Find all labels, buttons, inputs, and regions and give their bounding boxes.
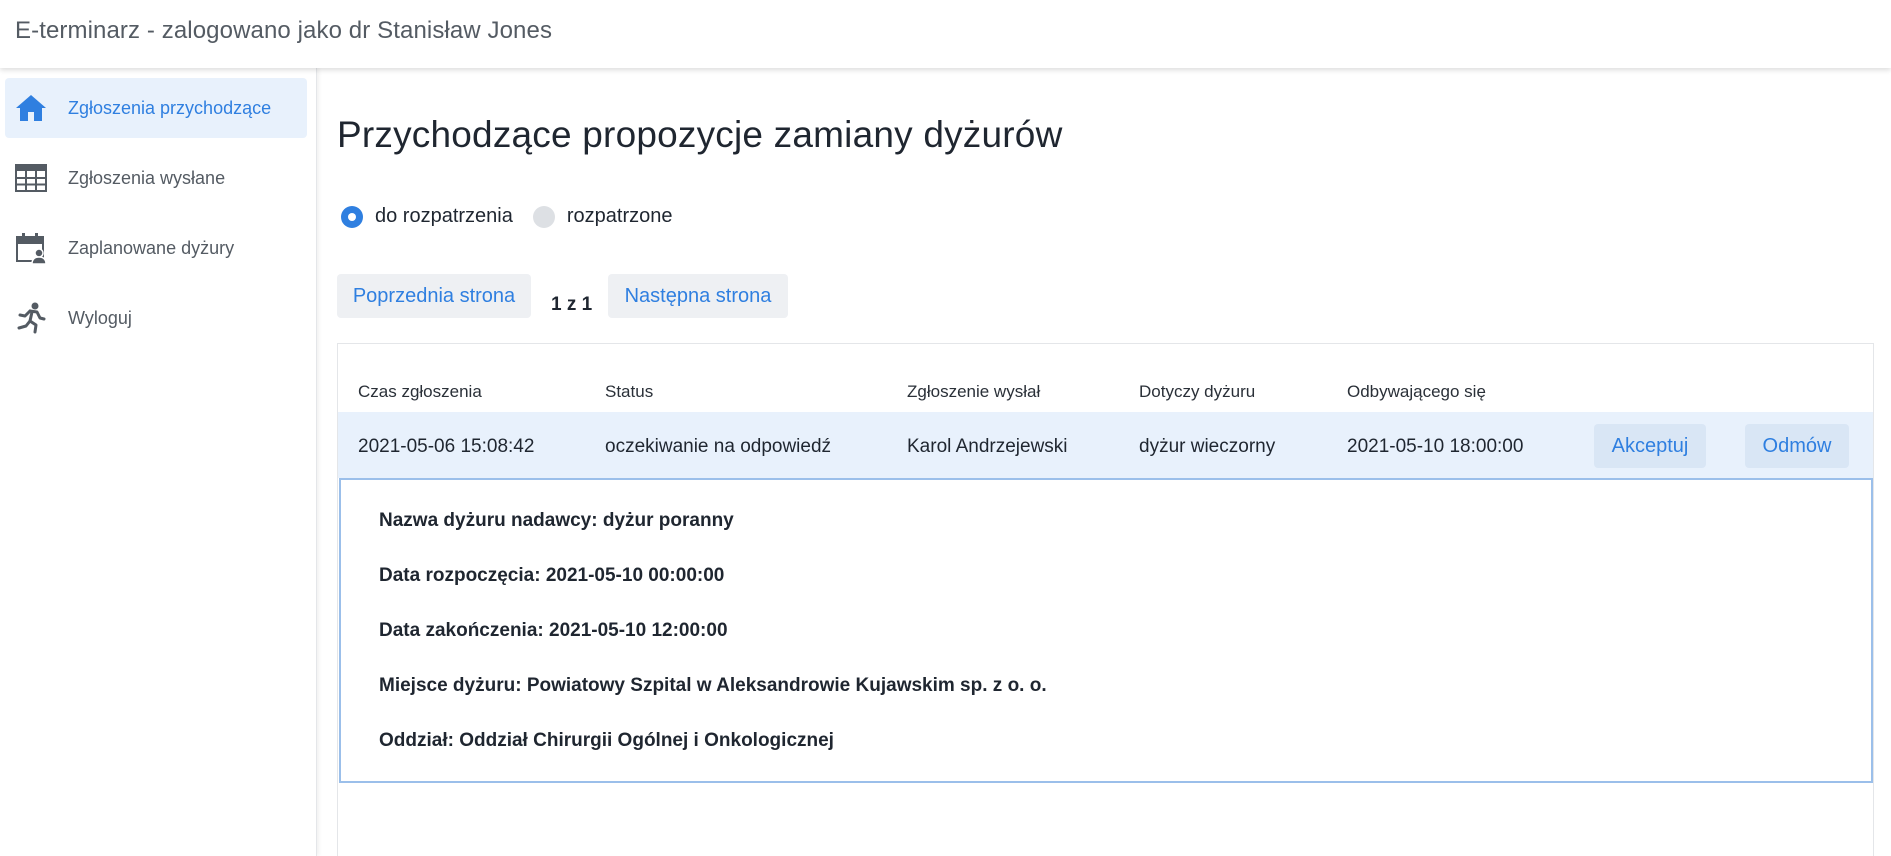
radio-label: rozpatrzone [566,205,673,227]
sidebar-item-logout[interactable]: Wyloguj [5,288,307,348]
sidebar-item-scheduled-shifts[interactable]: Zaplanowane dyżury [5,218,307,278]
page-indicator: 1 z 1 [551,294,593,315]
sidebar-item-incoming-requests[interactable]: Zgłoszenia przychodzące [5,78,307,138]
request-details-panel: Nazwa dyżuru nadawcy: dyżur poranny Data… [339,478,1873,783]
calendar-user-icon [15,232,47,264]
next-page-button[interactable]: Następna strona [608,274,788,318]
radio-label: do rozpatrzenia [375,205,513,227]
cell-shift: dyżur wieczorny [1139,436,1276,457]
main-content: Przychodzące propozycje zamiany dyżurów … [317,68,1891,856]
radio-button-unchecked[interactable] [532,205,555,228]
accept-button[interactable]: Akceptuj [1594,424,1706,468]
previous-page-button[interactable]: Poprzednia strona [337,274,531,318]
detail-sender-shift-name: Nazwa dyżuru nadawcy: dyżur poranny [379,510,734,531]
cell-request-time: 2021-05-06 15:08:42 [358,436,535,457]
detail-department: Oddział: Oddział Chirurgii Ogólnej i Onk… [379,730,834,751]
cell-shift-date: 2021-05-10 18:00:00 [1347,436,1524,457]
app-title: E-terminarz - zalogowano jako dr Stanisł… [15,17,553,44]
sidebar-item-sent-requests[interactable]: Zgłoszenia wysłane [5,148,307,208]
column-header: Zgłoszenie wysłał [907,382,1041,401]
home-icon [15,92,47,124]
requests-table: Czas zgłoszenia Status Zgłoszenie wysłał… [337,343,1874,856]
column-header: Dotyczy dyżuru [1139,382,1256,401]
radio-processed[interactable]: rozpatrzone [532,205,673,228]
cell-status: oczekiwanie na odpowiedź [605,436,832,457]
column-header: Czas zgłoszenia [358,382,482,401]
detail-start-date: Data rozpoczęcia: 2021-05-10 00:00:00 [379,565,725,586]
status-filter: do rozpatrzenia rozpatrzone [341,205,693,228]
top-bar: E-terminarz - zalogowano jako dr Stanisł… [0,0,1891,68]
sidebar-item-label: Zaplanowane dyżury [68,237,235,258]
column-header: Odbywającego się [1347,382,1486,401]
detail-end-date: Data zakończenia: 2021-05-10 12:00:00 [379,620,728,641]
radio-pending[interactable]: do rozpatrzenia [341,205,513,228]
table-row[interactable]: 2021-05-06 15:08:42 oczekiwanie na odpow… [338,412,1873,478]
column-header: Status [605,382,654,401]
cell-sender: Karol Andrzejewski [907,436,1068,457]
running-person-icon [15,302,47,334]
radio-button-checked[interactable] [341,205,363,228]
reject-button[interactable]: Odmów [1745,424,1849,468]
sidebar-item-label: Zgłoszenia przychodzące [68,97,272,118]
sidebar: Zgłoszenia przychodzące Zgłoszenia wysła… [0,68,317,856]
table-icon [15,162,47,194]
sidebar-item-label: Zgłoszenia wysłane [68,167,226,188]
sidebar-item-label: Wyloguj [68,307,132,328]
detail-location: Miejsce dyżuru: Powiatowy Szpital w Alek… [379,675,1047,696]
page-title: Przychodzące propozycje zamiany dyżurów [337,114,1063,155]
